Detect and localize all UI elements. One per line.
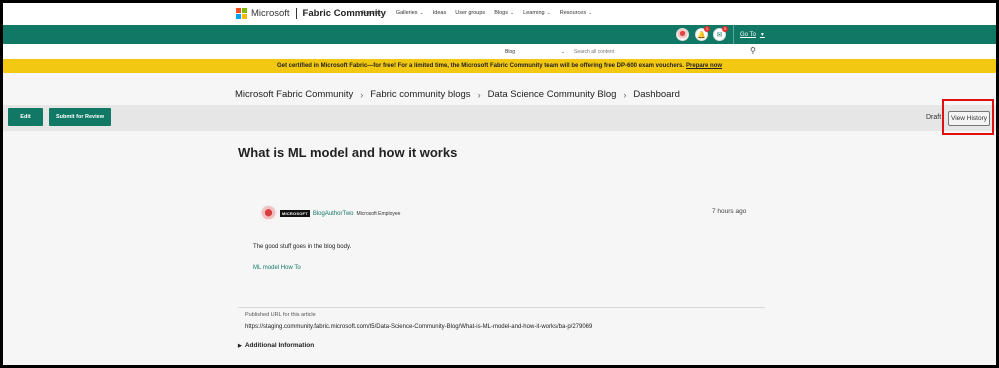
nav-learning[interactable]: Learning ⌄ — [523, 10, 551, 16]
nav-galleries[interactable]: Galleries ⌄ — [396, 10, 424, 16]
brand-microsoft: Microsoft — [251, 8, 290, 19]
breadcrumb-current: Dashboard — [633, 89, 680, 100]
chevron-down-icon: ⌄ — [509, 10, 515, 16]
article-title: What is ML model and how it works — [238, 145, 458, 160]
banner-link[interactable]: Prepare now — [686, 63, 722, 69]
caret-right-icon: ▶ — [238, 342, 242, 349]
author-avatar[interactable] — [260, 205, 277, 222]
chevron-right-icon: › — [477, 89, 481, 100]
breadcrumb-item[interactable]: Microsoft Fabric Community — [235, 89, 353, 100]
chevron-down-icon: ⌄ — [546, 10, 551, 16]
microsoft-badge: MICROSOFT — [280, 210, 310, 217]
messages-count: 0 — [722, 26, 728, 32]
published-url: https://staging.community.fabric.microso… — [245, 324, 593, 330]
search-icon[interactable]: ⚲ — [750, 46, 756, 55]
banner-text: Get certified in Microsoft Fabric—for fr… — [276, 63, 685, 69]
main-nav: Forums ⌄ Galleries ⌄ Ideas User groups Blo… — [362, 10, 592, 16]
author-row: MICROSOFT BlogAuthorTwo Microsoft Employ… — [260, 205, 400, 222]
search-scope-select[interactable]: Blog ⌄ — [501, 46, 569, 57]
chevron-down-icon: ⌄ — [560, 48, 565, 55]
nav-resources[interactable]: Resources ⌄ — [560, 10, 593, 16]
user-avatar[interactable] — [676, 28, 689, 41]
breadcrumb-item[interactable]: Data Science Community Blog — [488, 89, 617, 100]
caret-down-icon: ▼ — [759, 31, 765, 38]
nav-blogs[interactable]: Blogs ⌄ — [494, 10, 514, 16]
article-tags[interactable]: ML model How To — [253, 265, 301, 271]
nav-user-groups[interactable]: User groups — [455, 10, 485, 16]
published-url-label: Published URL for this article — [245, 312, 316, 318]
nav-ideas[interactable]: Ideas — [433, 10, 446, 16]
microsoft-logo-icon — [236, 8, 247, 19]
chevron-down-icon: ⌄ — [419, 10, 424, 16]
post-time: 7 hours ago — [712, 208, 747, 215]
user-bar: 🔔 1 ✉ 0 Go To ▼ — [3, 25, 996, 44]
page-frame: Microsoft Fabric Community Forums ⌄ Galle… — [3, 3, 996, 365]
editor-toolbar: Edit Submit for Review Draft View Histor… — [3, 105, 996, 131]
chevron-down-icon: ⌄ — [382, 10, 387, 16]
nav-forums[interactable]: Forums ⌄ — [362, 10, 387, 16]
author-role: Microsoft Employee — [356, 210, 401, 217]
messages-icon[interactable]: ✉ 0 — [713, 26, 728, 41]
author-link[interactable]: BlogAuthorTwo — [313, 211, 354, 217]
goto-menu[interactable]: Go To ▼ — [733, 25, 771, 44]
breadcrumb-item[interactable]: Fabric community blogs — [370, 89, 470, 100]
edit-button[interactable]: Edit — [8, 108, 43, 126]
submit-for-review-button[interactable]: Submit for Review — [49, 108, 111, 126]
top-navigation: Microsoft Fabric Community Forums ⌄ Galle… — [3, 3, 996, 25]
notifications-count: 1 — [704, 26, 710, 32]
status-label: Draft — [926, 114, 942, 121]
article-body: The good stuff goes in the blog body. — [253, 244, 352, 250]
chevron-right-icon: › — [623, 89, 627, 100]
highlight-box — [942, 99, 994, 135]
search-bar: Blog⌄ ⚲ — [3, 44, 996, 59]
divider — [238, 307, 765, 308]
brand-divider — [295, 8, 297, 19]
chevron-down-icon: ⌄ — [588, 10, 593, 16]
promo-banner: Get certified in Microsoft Fabric—for fr… — [3, 59, 996, 73]
breadcrumb: Microsoft Fabric Community › Fabric comm… — [235, 89, 680, 100]
additional-information-toggle[interactable]: ▶ Additional Information — [238, 342, 314, 349]
search-input[interactable] — [571, 46, 761, 57]
chevron-right-icon: › — [360, 89, 364, 100]
notifications-bell-icon[interactable]: 🔔 1 — [695, 26, 710, 41]
